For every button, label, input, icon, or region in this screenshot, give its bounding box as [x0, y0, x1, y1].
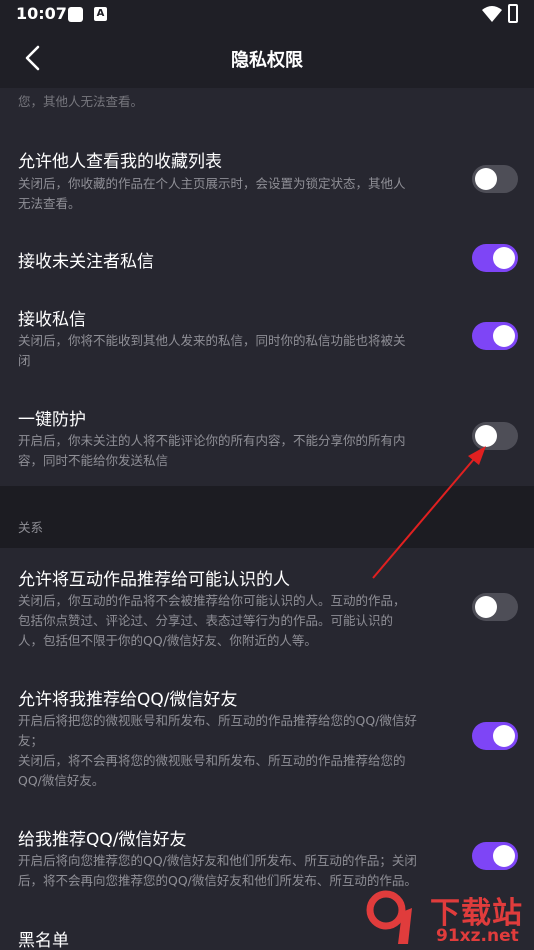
setting-title: 接收私信 — [18, 310, 86, 330]
battery-icon — [508, 4, 518, 23]
setting-title: 允许将我推荐给QQ/微信好友 — [18, 690, 238, 710]
toggle-messages[interactable] — [472, 322, 518, 350]
toggle-one-key-protect[interactable] — [472, 422, 518, 450]
partial-top-text: 您，其他人无法查看。 — [18, 94, 144, 109]
setting-desc-line: 关闭后，你将不能收到其他人发来的私信，同时你的私信功能也将被关 — [18, 333, 406, 348]
toggle-knob — [493, 247, 515, 269]
toggle-knob — [493, 325, 515, 347]
watermark-url: 91xz.net — [436, 926, 519, 946]
watermark-logo-icon — [366, 890, 412, 944]
toggle-knob — [475, 425, 497, 447]
status-bar: 10:07 A — [0, 0, 534, 30]
toggle-recommend-me[interactable] — [472, 722, 518, 750]
page-title: 隐私权限 — [231, 50, 303, 71]
setting-title: 接收未关注者私信 — [18, 252, 154, 272]
setting-desc-line: 开启后将把您的微视账号和所发布、所互动的作品推荐给您的QQ/微信好 — [18, 713, 417, 728]
setting-title: 允许他人查看我的收藏列表 — [18, 152, 222, 172]
setting-desc-line: 关闭后，你收藏的作品在个人主页展示时，会设置为锁定状态，其他人 — [18, 176, 406, 191]
toggle-collection-list[interactable] — [472, 165, 518, 193]
setting-title: 允许将互动作品推荐给可能认识的人 — [18, 570, 290, 590]
notification-a-icon: A — [94, 7, 107, 21]
notification-square-icon — [68, 7, 83, 22]
toggle-stranger-messages[interactable] — [472, 244, 518, 272]
toggle-knob — [493, 725, 515, 747]
toggle-knob — [475, 596, 497, 618]
section-gap: 关系 — [0, 486, 534, 548]
setting-title: 给我推荐QQ/微信好友 — [18, 830, 187, 850]
setting-desc-line: 开启后将向您推荐您的QQ/微信好友和他们所发布、所互动的作品；关闭 — [18, 853, 417, 868]
setting-desc-line: 闭 — [18, 353, 31, 368]
setting-title: 黑名单 — [18, 931, 69, 950]
setting-desc-line: 无法查看。 — [18, 196, 81, 211]
wifi-icon — [482, 6, 502, 22]
setting-desc-line: 开启后，你未关注的人将不能评论你的所有内容，不能分享你的所有内 — [18, 433, 406, 448]
privacy-card: 您，其他人无法查看。 允许他人查看我的收藏列表 关闭后，你收藏的作品在个人主页展… — [0, 88, 534, 486]
setting-desc-line: 友； — [18, 733, 44, 748]
header: 隐私权限 — [0, 30, 534, 88]
status-time: 10:07 — [16, 4, 67, 23]
section-label-relations: 关系 — [18, 520, 44, 535]
setting-desc-line: QQ/微信好友。 — [18, 773, 105, 788]
toggle-knob — [493, 845, 515, 867]
setting-desc-line: 关闭后，你互动的作品将不会被推荐给你可能认识的人。互动的作品， — [18, 593, 406, 608]
setting-desc-line: 关闭后，将不会再将您的微视账号和所发布、所互动的作品推荐给您的 — [18, 753, 406, 768]
setting-desc-line: 包括你点赞过、评论过、分享过、表态过等行为的作品。可能认识的 — [18, 613, 394, 628]
setting-desc-line: 后，将不会再向您推荐您的QQ/微信好友和他们所发布、所互动的作品。 — [18, 873, 417, 888]
setting-desc-line: 人，包括但不限于你的QQ/微信好友、你附近的人等。 — [18, 633, 317, 648]
toggle-recommend-interactions[interactable] — [472, 593, 518, 621]
toggle-knob — [475, 168, 497, 190]
setting-desc-line: 容，同时不能给你发送私信 — [18, 453, 169, 468]
toggle-recommend-friends[interactable] — [472, 842, 518, 870]
setting-title: 一键防护 — [18, 410, 86, 430]
